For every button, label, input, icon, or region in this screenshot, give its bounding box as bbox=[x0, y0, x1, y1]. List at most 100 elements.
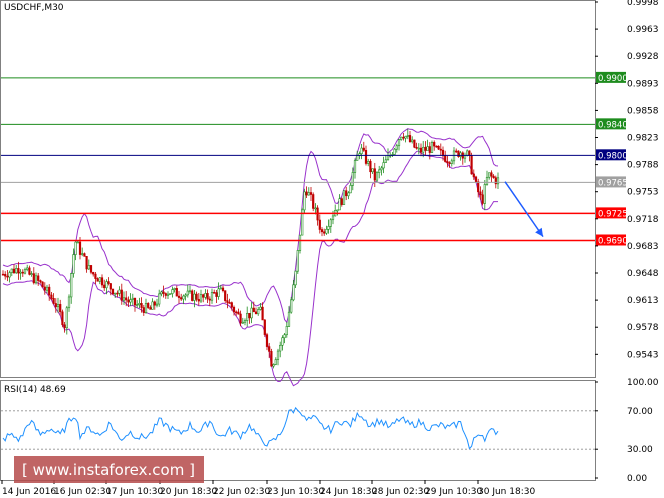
candle-body bbox=[188, 290, 192, 293]
price-candle bbox=[457, 150, 460, 158]
watermark-text: [ www.instaforex.com ] bbox=[22, 461, 195, 479]
candle-body bbox=[142, 307, 145, 313]
candle-body bbox=[318, 219, 321, 230]
candle-body bbox=[186, 290, 189, 296]
candle-body bbox=[217, 288, 220, 297]
x-tick-label: 22 Jun 02:30 bbox=[213, 487, 270, 497]
candle-body bbox=[70, 273, 73, 298]
candle-body bbox=[404, 136, 407, 139]
candle-body bbox=[490, 172, 493, 177]
candle-body bbox=[380, 167, 383, 171]
candle-body bbox=[384, 159, 387, 163]
x-tick-label: 14 Jun 2016 bbox=[2, 487, 56, 497]
candle-body bbox=[347, 192, 350, 197]
y-tick-label: 0.9578 bbox=[627, 323, 659, 333]
candle-body bbox=[243, 320, 247, 323]
candle-body bbox=[184, 294, 187, 297]
candle-body bbox=[364, 150, 368, 164]
candle-body bbox=[309, 192, 313, 195]
candle-body bbox=[23, 269, 27, 274]
candle-body bbox=[67, 296, 71, 309]
x-tick-label: 28 Jun 02:30 bbox=[372, 487, 429, 497]
candle-body bbox=[133, 297, 137, 306]
candle-body bbox=[294, 270, 297, 286]
candle-body bbox=[12, 268, 16, 274]
candle-body bbox=[395, 145, 398, 150]
candle-body bbox=[65, 307, 68, 329]
candle-body bbox=[378, 169, 381, 173]
x-tick-label: 17 Jun 10:30 bbox=[106, 487, 163, 497]
candle-body bbox=[415, 146, 418, 149]
candle-body bbox=[470, 155, 473, 175]
candle-body bbox=[290, 299, 293, 313]
price-candle bbox=[470, 152, 473, 175]
candle-body bbox=[276, 350, 280, 360]
candle-body bbox=[272, 364, 275, 367]
rsi-y-tick-label: 70.00 bbox=[627, 407, 653, 417]
candle-body bbox=[446, 161, 449, 164]
candle-body bbox=[481, 194, 484, 204]
candle-body bbox=[422, 146, 425, 153]
candle-body bbox=[226, 300, 229, 303]
candle-body bbox=[34, 275, 38, 284]
candle-body bbox=[246, 312, 249, 321]
candle-body bbox=[466, 150, 469, 156]
x-tick-label: 30 Jun 18:30 bbox=[478, 487, 535, 497]
candle-body bbox=[312, 194, 315, 209]
candle-body bbox=[224, 290, 227, 301]
y-tick-label: 0.9788 bbox=[627, 161, 659, 171]
price-candle bbox=[41, 281, 44, 288]
candle-body bbox=[94, 273, 97, 279]
candle-body bbox=[479, 191, 482, 196]
candle-body bbox=[173, 288, 176, 290]
y-tick-label: 0.9683 bbox=[627, 242, 659, 252]
candle-body bbox=[439, 148, 442, 151]
candle-body bbox=[353, 160, 357, 173]
candle-body bbox=[56, 304, 60, 308]
level-label: 0.9765 bbox=[598, 178, 628, 188]
candle-body bbox=[342, 190, 346, 205]
candle-body bbox=[411, 139, 414, 143]
candle-body bbox=[305, 191, 308, 196]
candle-body bbox=[419, 147, 423, 153]
candle-body bbox=[254, 311, 258, 315]
candle-body bbox=[6, 275, 9, 278]
candle-body bbox=[281, 337, 284, 346]
candle-body bbox=[109, 283, 112, 290]
y-tick-label: 0.9613 bbox=[627, 296, 659, 306]
candle-body bbox=[472, 173, 475, 178]
candle-body bbox=[202, 294, 205, 298]
candle-body bbox=[140, 303, 143, 308]
candle-body bbox=[232, 306, 236, 313]
candle-body bbox=[325, 229, 328, 234]
candle-body bbox=[43, 286, 46, 291]
candle-body bbox=[444, 155, 447, 162]
rsi-y-tick-label: 100.00 bbox=[627, 378, 659, 388]
candle-body bbox=[428, 146, 431, 153]
candle-body bbox=[375, 172, 379, 181]
candle-body bbox=[279, 344, 282, 352]
candle-body bbox=[296, 250, 299, 272]
candle-body bbox=[435, 145, 438, 148]
price-candle bbox=[413, 139, 416, 149]
candle-body bbox=[129, 299, 132, 303]
candle-body bbox=[191, 290, 194, 301]
candle-body bbox=[285, 326, 288, 336]
candle-body bbox=[149, 307, 152, 310]
candle-body bbox=[485, 176, 489, 185]
price-candle bbox=[263, 319, 266, 337]
candle-body bbox=[474, 176, 478, 183]
candle-body bbox=[4, 273, 7, 277]
level-label: 0.9900 bbox=[598, 74, 628, 84]
candle-body bbox=[459, 152, 462, 157]
candle-body bbox=[494, 177, 497, 185]
candle-body bbox=[345, 190, 348, 197]
candle-body bbox=[329, 219, 332, 227]
candle-body bbox=[32, 273, 35, 284]
price-candle bbox=[393, 148, 396, 156]
candle-body bbox=[261, 306, 264, 321]
candle-body bbox=[8, 272, 11, 278]
candle-body bbox=[338, 198, 341, 211]
candle-body bbox=[426, 146, 429, 151]
candle-body bbox=[452, 150, 456, 162]
